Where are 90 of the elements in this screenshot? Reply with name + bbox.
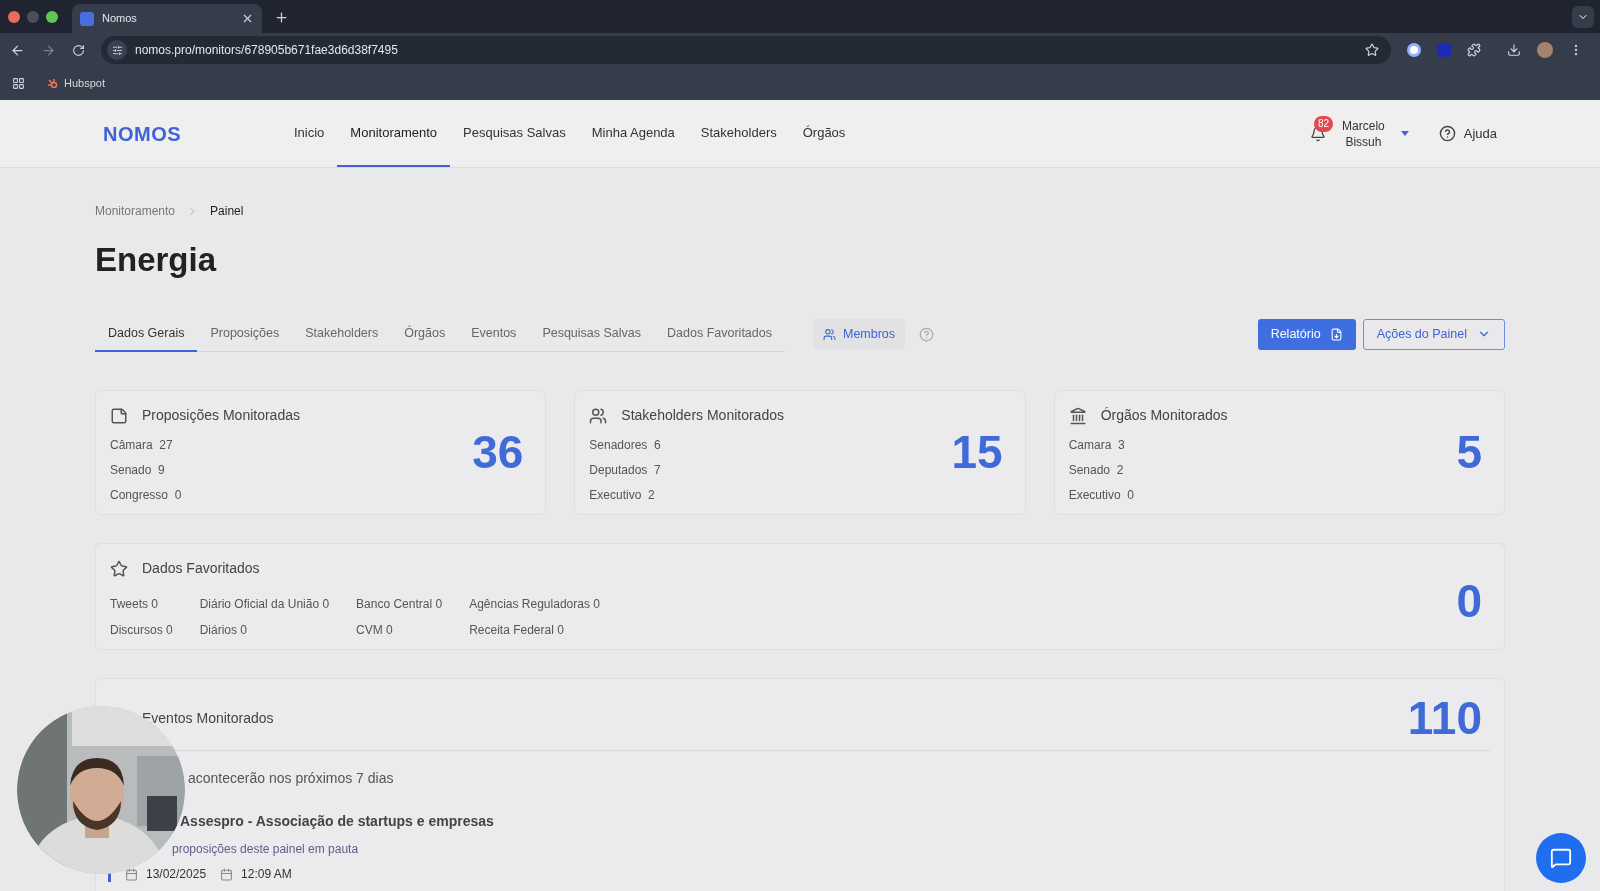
tab[interactable]: Dados Gerais [95, 316, 198, 352]
event-time: 12:09 AM [241, 866, 292, 883]
tab[interactable]: Pesquisas Salvas [529, 316, 655, 352]
maximize-window-icon[interactable] [46, 11, 58, 23]
new-tab-icon[interactable] [274, 10, 289, 25]
card-total: 15 [951, 425, 1004, 480]
download-icon[interactable] [1507, 43, 1521, 57]
card-title: Stakeholders Monitorados [621, 406, 784, 425]
close-window-icon[interactable] [8, 11, 20, 23]
card-total: 110 [1407, 691, 1483, 746]
members-button[interactable]: Membros [812, 319, 906, 349]
panel-actions-dropdown[interactable]: Ações do Painel [1362, 318, 1505, 350]
stat-row-text: Executivo 2 [589, 487, 656, 504]
event-date: 13/02/2025 [146, 866, 207, 883]
user-name[interactable]: Marcelo [1342, 117, 1385, 134]
forward-icon[interactable] [41, 42, 56, 58]
star-icon [110, 559, 128, 578]
stat-row-text: Camara 3 [1068, 437, 1126, 454]
stat-row-text: Executivo 0 [1068, 487, 1136, 504]
nav-link[interactable]: Órgãos [789, 100, 859, 167]
stat-row-text: Discursos 0 [110, 622, 173, 639]
help-icon [1438, 125, 1456, 142]
nav-link[interactable]: Stakeholders [687, 100, 790, 167]
tab[interactable]: Stakeholders [292, 316, 392, 352]
events-subtitle: acontecerão nos próximos 7 dias [188, 769, 395, 788]
chat-icon [1550, 847, 1572, 869]
nav-link[interactable]: Monitoramento [337, 100, 451, 167]
page-title: Energia [95, 240, 218, 280]
notification-bell-icon[interactable] [1310, 125, 1327, 142]
stat-row-text: Deputados 7 [589, 462, 662, 479]
browser-tab[interactable]: Nomos [72, 4, 262, 33]
stat-row-text: Tweets 0 [110, 596, 160, 613]
logo[interactable]: NOMOS [103, 118, 182, 149]
card-total: 0 [1456, 574, 1483, 629]
stat-row-text: Banco Central 0 [356, 596, 443, 613]
stat-row-text: Senado 2 [1068, 462, 1125, 479]
card-title: Proposições Monitoradas [142, 406, 300, 425]
stat-row-text: Senado 9 [110, 462, 166, 479]
address-field[interactable]: nomos.pro/monitors/678905b671fae3d6d38f7495 [101, 36, 1391, 64]
site-settings-icon[interactable] [107, 40, 127, 60]
extension-icon[interactable] [1407, 43, 1421, 57]
breadcrumb-link[interactable]: Monitoramento [95, 202, 176, 220]
card-title: Órgãos Monitorados [1100, 406, 1228, 425]
apps-icon[interactable] [12, 77, 25, 90]
stat-row-text: Diários 0 [199, 622, 249, 639]
nav-link[interactable]: Inicio [281, 100, 338, 167]
chat-button[interactable] [1536, 833, 1586, 883]
card-total: 36 [472, 425, 525, 480]
report-button[interactable]: Relatório [1257, 318, 1356, 350]
hubspot-icon [47, 78, 58, 89]
site-favicon [80, 11, 94, 26]
stat-row-text: Receita Federal 0 [469, 622, 565, 639]
building-icon [1068, 406, 1087, 425]
stat-row-text: Câmara 27 [110, 437, 174, 454]
help-link[interactable]: Ajuda [1463, 123, 1497, 144]
stat-row-text: Diário Oficial da União 0 [199, 596, 330, 613]
user-name[interactable]: Bissuh [1345, 133, 1382, 150]
calendar-icon [220, 867, 234, 881]
users-icon [822, 327, 836, 341]
event-note: proposições deste painel em pauta [172, 841, 360, 858]
tab-list-button[interactable] [1572, 6, 1594, 28]
nav-link[interactable]: Pesquisas Salvas [450, 100, 579, 167]
users-icon [589, 406, 608, 425]
dropdown-caret-icon[interactable] [1400, 131, 1409, 136]
reload-icon[interactable] [72, 43, 85, 57]
card-total: 5 [1456, 425, 1483, 480]
tab[interactable]: Órgãos [391, 316, 459, 352]
breadcrumb-link[interactable]: Painel [210, 202, 244, 220]
nav-link[interactable]: Minha Agenda [578, 100, 688, 167]
profile-avatar[interactable] [1537, 42, 1553, 58]
bookmark-star-icon[interactable] [1365, 43, 1379, 57]
extensions-icon[interactable] [1467, 43, 1481, 57]
stat-row-text: CVM 0 [356, 622, 394, 639]
file-download-icon [1329, 327, 1343, 341]
event-title: Assespro - Associação de startups e empresas [180, 812, 495, 831]
url-text: nomos.pro/monitors/678905b671fae3d6d38f7495 [135, 42, 399, 59]
calendar-icon [125, 867, 138, 881]
stat-row-text: Congresso 0 [110, 487, 183, 504]
tab[interactable]: Proposições [197, 316, 293, 352]
stat-row-text: Agências Reguladoras 0 [469, 596, 600, 613]
card-title: Dados Favoritados [142, 559, 260, 578]
notification-badge: 82 [1314, 115, 1334, 132]
close-icon[interactable] [241, 12, 254, 25]
back-icon[interactable] [10, 42, 25, 58]
tab[interactable]: Eventos [458, 316, 530, 352]
stat-row-text: Senadores 6 [589, 437, 662, 454]
tab[interactable]: Dados Favoritados [654, 316, 785, 352]
tab-title: Nomos [102, 11, 138, 27]
bookmark-link[interactable]: Hubspot [64, 75, 105, 92]
note-icon [110, 406, 128, 425]
